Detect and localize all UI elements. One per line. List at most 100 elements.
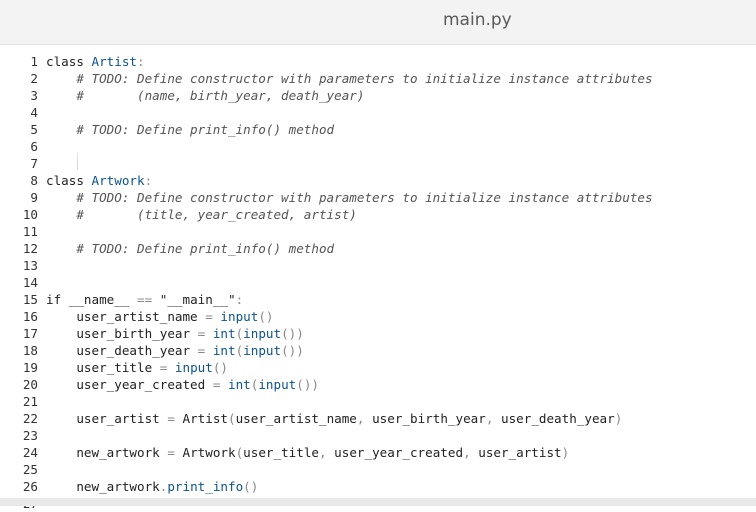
line-number: 20 (22, 377, 38, 392)
code-text[interactable]: user_birth_year = int(input()) (46, 325, 304, 342)
code-text[interactable]: user_death_year = int(input()) (46, 342, 304, 359)
code-text[interactable]: user_artist = Artist(user_artist_name, u… (46, 410, 622, 427)
code-token: Artwork (182, 445, 236, 460)
code-text[interactable]: user_artist_name = input() (46, 308, 274, 325)
code-text[interactable]: if __name__ == "__main__": (46, 291, 243, 308)
code-line[interactable]: 12 # TODO: Define print_info() method (0, 240, 756, 257)
code-line[interactable]: 1 class Artist: (0, 53, 756, 70)
code-text[interactable]: new_artwork.print_info() (46, 478, 258, 495)
code-token: int (212, 326, 236, 341)
code-token: ( (227, 411, 236, 426)
code-line[interactable]: 6 (0, 138, 756, 155)
code-token: () (258, 309, 274, 324)
code-line[interactable]: 5 # TODO: Define print_info() method (0, 121, 756, 138)
line-number: 23 (22, 428, 38, 443)
code-token: # TODO: Define print_info() method (46, 241, 335, 256)
code-token: user_artist_name (235, 411, 357, 426)
line-number: 5 (30, 122, 38, 137)
code-line[interactable]: 2 # TODO: Define constructor with parame… (0, 70, 756, 87)
code-line[interactable]: 8 class Artwork: (0, 172, 756, 189)
line-number: 25 (22, 462, 38, 477)
code-text[interactable]: # (title, year_created, artist) (46, 206, 357, 223)
line-number: 12 (22, 241, 38, 256)
code-token: Artwork (91, 173, 145, 188)
code-token: user_artist_name (46, 309, 198, 324)
code-line[interactable]: 15 if __name__ == "__main__": (0, 291, 756, 308)
line-number: 21 (22, 394, 38, 409)
code-token: int (227, 377, 251, 392)
code-line[interactable]: 7 (0, 155, 756, 172)
code-token: new_artwork (46, 479, 160, 494)
file-name-tab[interactable]: main.py (443, 10, 512, 30)
code-token: input (243, 326, 282, 341)
code-line[interactable]: 22 user_artist = Artist(user_artist_name… (0, 410, 756, 427)
code-token: user_title (243, 445, 319, 460)
code-text[interactable]: # TODO: Define constructor with paramete… (46, 189, 652, 206)
code-token: , (463, 445, 479, 460)
code-line[interactable]: 9 # TODO: Define constructor with parame… (0, 189, 756, 206)
code-token: user_death_year (500, 411, 615, 426)
code-text[interactable]: # TODO: Define print_info() method (46, 121, 334, 138)
code-token: user_title (46, 360, 153, 375)
code-line[interactable]: 18 user_death_year = int(input()) (0, 342, 756, 359)
code-token: user_year_created (334, 445, 464, 460)
code-text[interactable]: user_year_created = int(input()) (46, 376, 319, 393)
code-token: ()) (296, 377, 319, 392)
code-line[interactable]: 17 user_birth_year = int(input()) (0, 325, 756, 342)
code-token: = (152, 360, 175, 375)
code-line[interactable]: 14 (0, 274, 756, 291)
code-line[interactable]: 16 user_artist_name = input() (0, 308, 756, 325)
code-line[interactable]: 20 user_year_created = int(input()) (0, 376, 756, 393)
line-number: 1 (30, 54, 38, 69)
line-number: 26 (22, 479, 38, 494)
line-number: 7 (30, 156, 38, 171)
code-line[interactable]: 4 (0, 104, 756, 121)
code-token: Artist (182, 411, 228, 426)
code-token: ()) (281, 326, 304, 341)
line-number: 17 (22, 326, 38, 341)
code-line[interactable]: 10 # (title, year_created, artist) (0, 206, 756, 223)
code-line[interactable]: 26 new_artwork.print_info() (0, 478, 756, 495)
code-token: = (190, 326, 213, 341)
code-token: : (144, 173, 153, 188)
code-text[interactable]: # TODO: Define constructor with paramete… (46, 70, 653, 87)
code-text[interactable]: # (name, birth_year, death_year) (46, 87, 364, 104)
code-editor[interactable]: 1 class Artist: 2 # TODO: Define construct… (0, 44, 756, 511)
code-token: # TODO: Define constructor with paramete… (46, 71, 653, 86)
code-line[interactable]: 24 new_artwork = Artwork(user_title, use… (0, 444, 756, 461)
code-line[interactable]: 21 (0, 393, 756, 410)
line-number: 2 (30, 71, 38, 86)
line-number: 11 (22, 224, 38, 239)
code-line[interactable]: 11 (0, 223, 756, 240)
code-token: int (212, 343, 236, 358)
line-number: 13 (22, 258, 38, 273)
line-number: 10 (22, 207, 38, 222)
code-text[interactable]: new_artwork = Artwork(user_title, user_y… (46, 444, 569, 461)
code-text[interactable]: user_title = input() (46, 359, 228, 376)
code-line[interactable]: 13 (0, 257, 756, 274)
code-token: = (190, 343, 213, 358)
code-token: = (159, 445, 183, 460)
code-token: ()) (281, 343, 304, 358)
code-token: ) (561, 445, 570, 460)
code-token: , (318, 445, 335, 460)
code-line[interactable]: 19 user_title = input() (0, 359, 756, 376)
code-token: () (212, 360, 228, 375)
code-line[interactable]: 23 (0, 427, 756, 444)
code-text[interactable]: class Artist: (46, 53, 145, 70)
code-text[interactable]: class Artwork: (46, 172, 152, 189)
code-lines[interactable]: 1 class Artist: 2 # TODO: Define construct… (0, 53, 756, 512)
code-line[interactable]: 3 # (name, birth_year, death_year) (0, 87, 756, 104)
line-number: 3 (30, 88, 38, 103)
code-token: new_artwork (46, 445, 160, 460)
code-token: user_artist (478, 445, 562, 460)
code-line[interactable]: 25 (0, 461, 756, 478)
code-text[interactable]: # TODO: Define print_info() method (46, 240, 334, 257)
code-token: , (485, 411, 501, 426)
code-token: print_info (167, 479, 244, 494)
line-number: 15 (22, 292, 38, 307)
code-token: # (name, birth_year, death_year) (46, 88, 365, 103)
code-token: user_birth_year (46, 326, 191, 341)
code-token: __name__ (68, 292, 130, 307)
code-token: () (243, 479, 259, 494)
